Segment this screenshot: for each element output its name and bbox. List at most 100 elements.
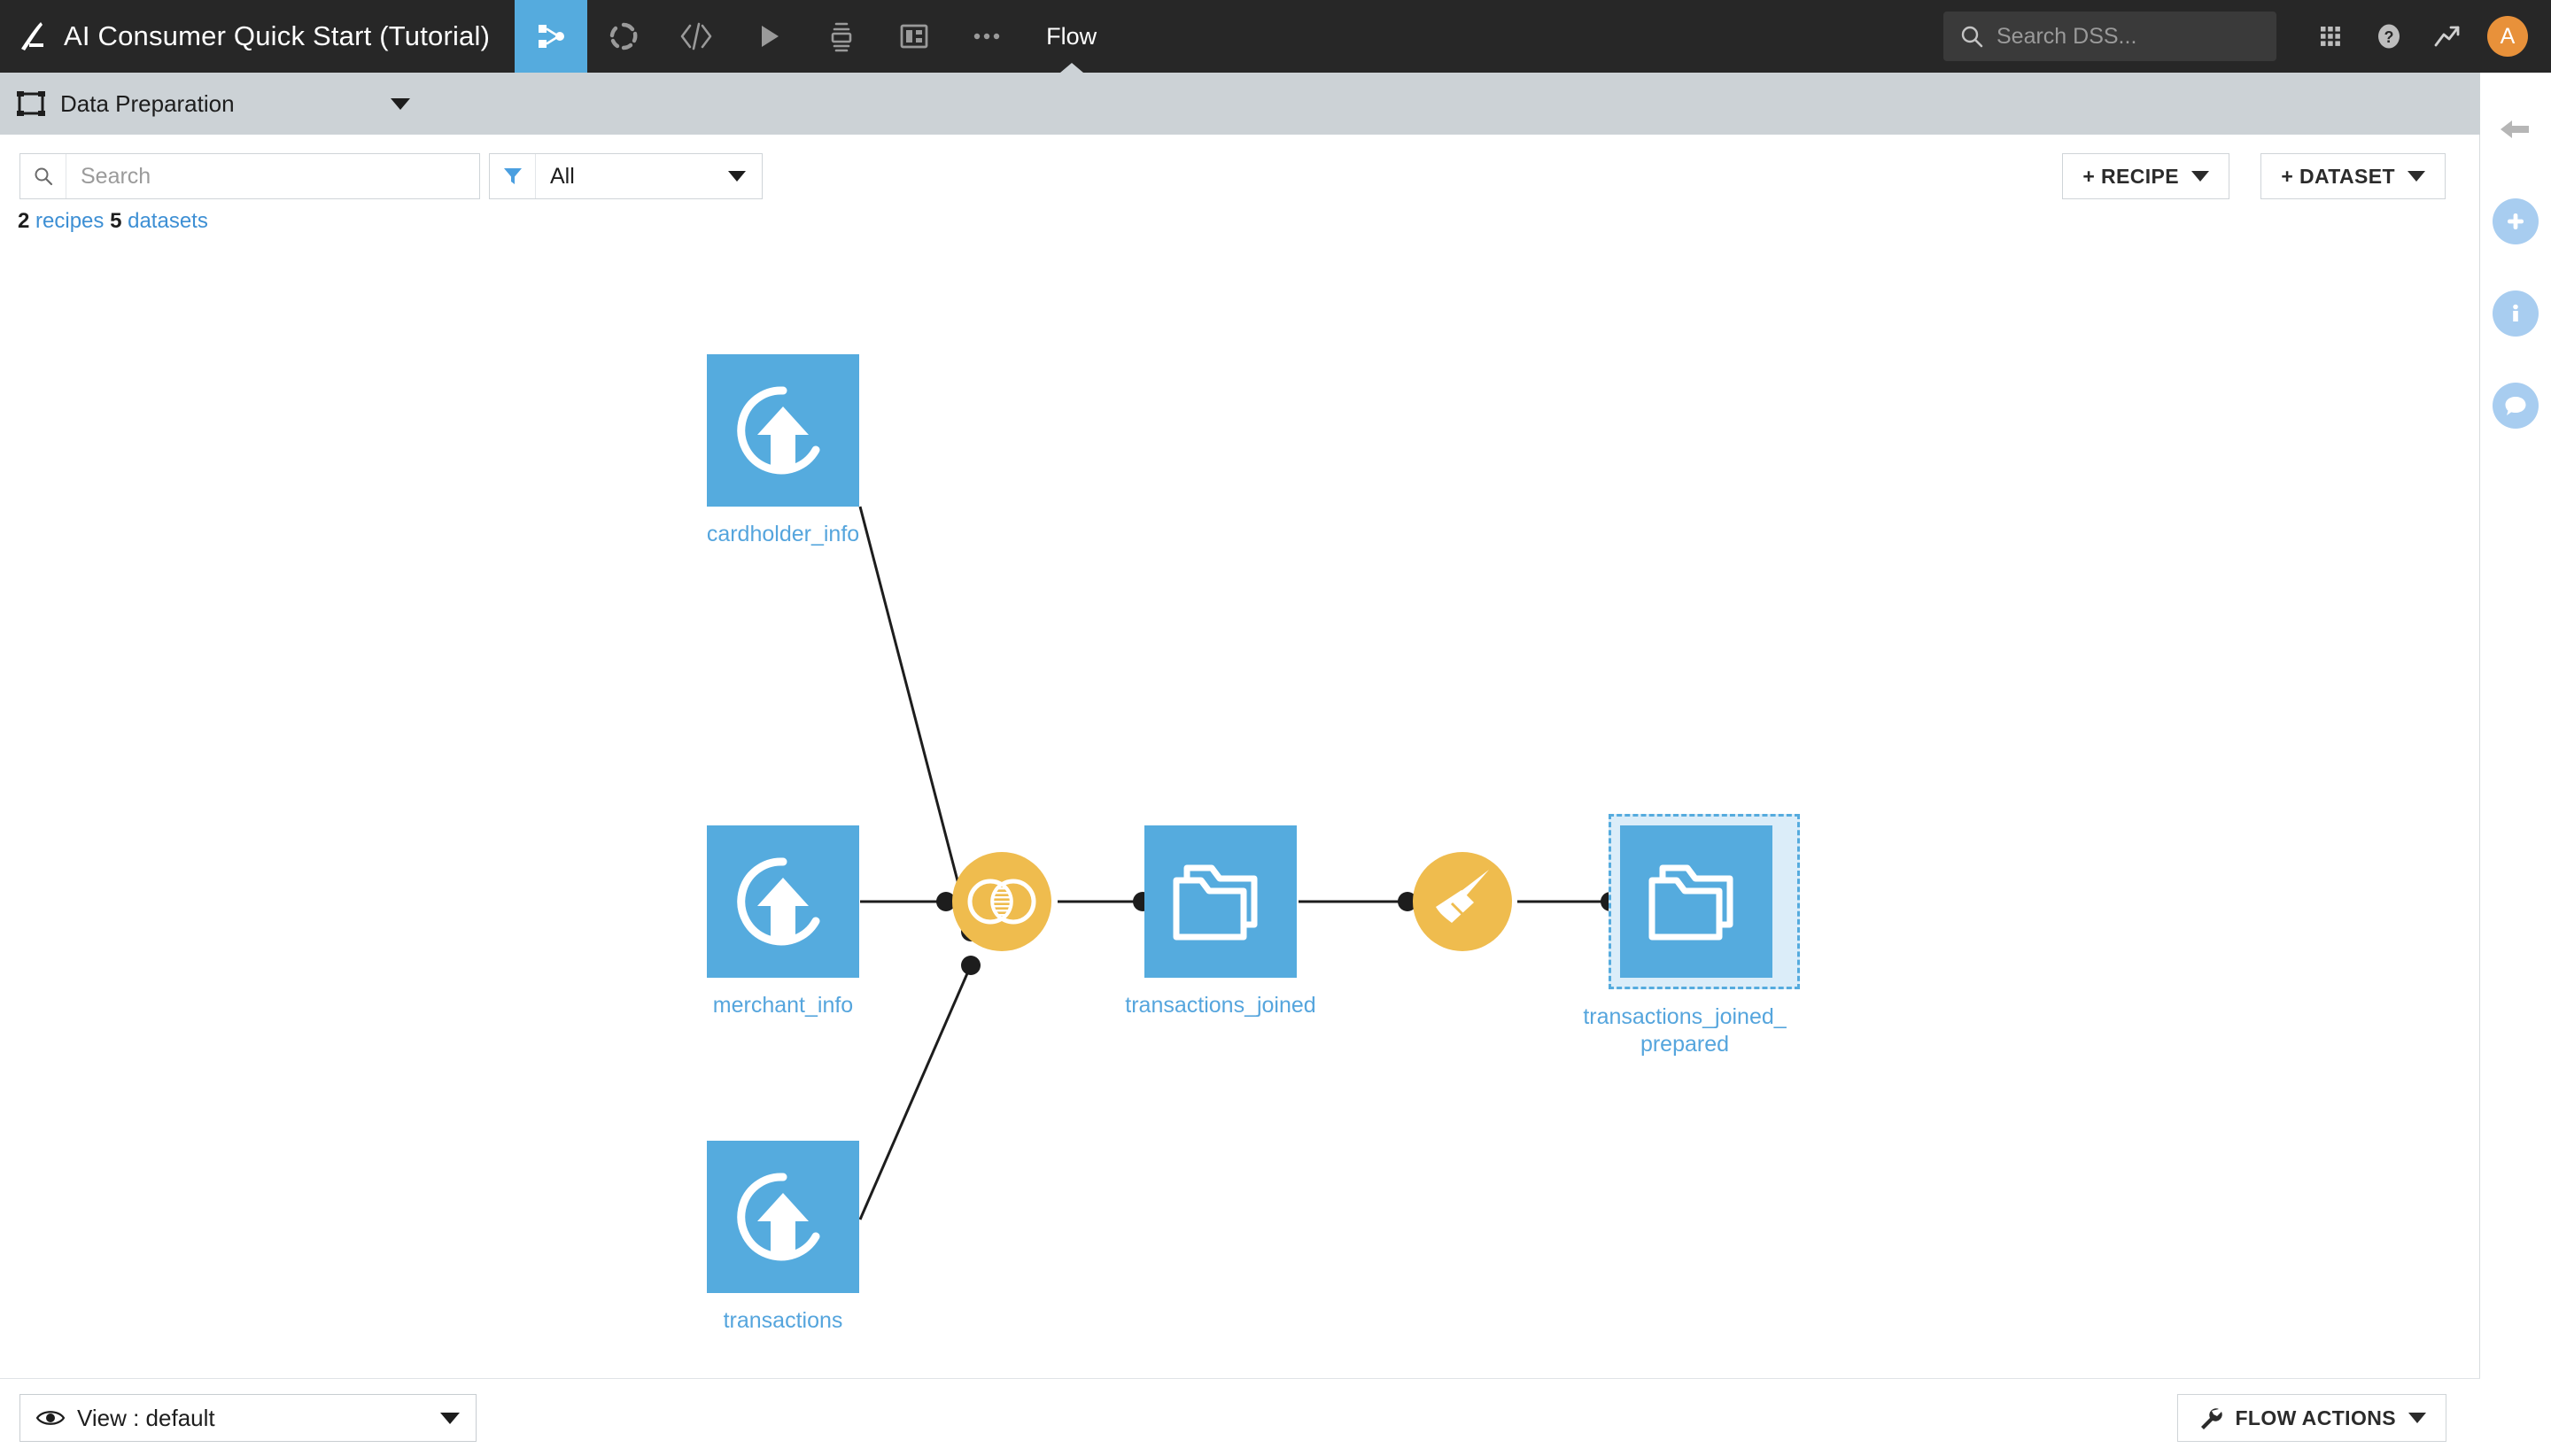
upload-dataset-icon bbox=[737, 1173, 820, 1261]
flow-filter-value: All bbox=[550, 163, 575, 189]
flow-search-input[interactable]: Search bbox=[19, 153, 480, 199]
flow-filter-select[interactable]: All bbox=[489, 153, 763, 199]
collapse-left-arrow-icon bbox=[2501, 120, 2529, 138]
zone-name-label: Data Preparation bbox=[60, 89, 235, 117]
dashboard-icon bbox=[900, 24, 928, 49]
flow-search-placeholder: Search bbox=[81, 163, 151, 189]
jobs-play-icon bbox=[762, 26, 779, 47]
right-side-rail bbox=[2480, 73, 2551, 1456]
flow-actions-button[interactable]: FLOW ACTIONS bbox=[2177, 1394, 2446, 1442]
chevron-down-icon bbox=[390, 97, 410, 110]
flow-node-cardholder-info[interactable]: cardholder_info bbox=[707, 354, 898, 548]
view-selector[interactable]: View : default bbox=[19, 1394, 477, 1442]
flow-node-transactions-joined[interactable]: transactions_joined bbox=[1125, 825, 1336, 1019]
flow-node-transactions-joined-prepared[interactable]: transactions_joined_ prepared bbox=[1583, 814, 1800, 1058]
flow-node-transactions[interactable]: transactions bbox=[707, 1141, 898, 1335]
managed-folder-icon bbox=[1648, 864, 1733, 941]
flow-bottom-bar: View : default FLOW ACTIONS bbox=[0, 1378, 2480, 1456]
collapse-panel-button[interactable] bbox=[2493, 106, 2539, 152]
dataset-tile bbox=[1144, 825, 1297, 978]
add-recipe-button[interactable]: + RECIPE bbox=[2062, 153, 2229, 199]
add-dataset-button[interactable]: + DATASET bbox=[2260, 153, 2446, 199]
nav-jobs-icon-button[interactable] bbox=[733, 0, 805, 73]
section-pointer-caret-icon bbox=[1059, 63, 1083, 73]
dataset-tile bbox=[707, 1141, 859, 1293]
info-panel-button[interactable] bbox=[2493, 290, 2539, 337]
global-search-placeholder: Search DSS... bbox=[1997, 23, 2137, 49]
join-venn-icon bbox=[967, 879, 1036, 925]
flow-node-prepare-recipe[interactable] bbox=[1413, 852, 1512, 951]
lab-icon bbox=[609, 22, 638, 50]
nav-lab-icon-button[interactable] bbox=[587, 0, 660, 73]
dataset-tile bbox=[707, 354, 859, 507]
apps-grid-icon bbox=[2321, 27, 2340, 46]
nav-code-icon-button[interactable] bbox=[660, 0, 733, 73]
flow-node-join-recipe[interactable] bbox=[952, 852, 1051, 951]
code-icon bbox=[680, 22, 712, 50]
recipe-circle bbox=[952, 852, 1051, 951]
flow-node-label-line1: transactions_joined_ bbox=[1583, 1004, 1787, 1029]
dataiku-logo-button[interactable] bbox=[0, 0, 64, 73]
selection-outline bbox=[1609, 814, 1800, 989]
chevron-down-icon bbox=[2408, 1413, 2426, 1423]
automation-icon bbox=[831, 22, 852, 52]
trending-button[interactable] bbox=[2420, 9, 2475, 64]
flow-graph-canvas[interactable]: cardholder_info merchant_info transactio… bbox=[0, 223, 2480, 1366]
managed-folder-icon bbox=[1173, 864, 1258, 941]
eye-icon bbox=[36, 1411, 65, 1425]
chat-bubble-icon bbox=[2505, 397, 2526, 415]
flow-icon bbox=[539, 25, 565, 48]
dataset-tile bbox=[1620, 825, 1772, 978]
trending-up-icon bbox=[2434, 26, 2460, 47]
nav-flow-icon-button[interactable] bbox=[515, 0, 588, 73]
user-avatar[interactable]: A bbox=[2487, 16, 2528, 57]
chevron-down-icon bbox=[728, 171, 746, 182]
add-plus-icon bbox=[2508, 213, 2524, 229]
flow-actions-label: FLOW ACTIONS bbox=[2235, 1406, 2396, 1429]
section-icon-group: Flow bbox=[515, 0, 1120, 73]
flow-toolbar: Search All 2 recipes 5 datasets + RECIPE… bbox=[0, 147, 2479, 233]
top-nav-right-group: Search DSS... ? A bbox=[1943, 9, 2551, 64]
current-section-label: Flow bbox=[1046, 22, 1097, 50]
chevron-down-icon bbox=[440, 1412, 460, 1424]
flow-zone-icon bbox=[17, 91, 45, 116]
nav-dashboards-icon-button[interactable] bbox=[878, 0, 950, 73]
flow-node-label-line2: prepared bbox=[1640, 1032, 1730, 1057]
view-selector-label: View : default bbox=[77, 1404, 215, 1431]
search-icon bbox=[1961, 26, 1983, 48]
nav-automation-icon-button[interactable] bbox=[805, 0, 878, 73]
info-icon bbox=[2513, 304, 2518, 321]
flow-node-label: merchant_info bbox=[712, 993, 854, 1018]
nav-more-icon-button[interactable] bbox=[950, 0, 1023, 73]
apps-grid-button[interactable] bbox=[2303, 9, 2358, 64]
flow-zone-bar: Data Preparation bbox=[0, 73, 2551, 135]
chevron-down-icon bbox=[2408, 171, 2425, 182]
svg-text:?: ? bbox=[2384, 28, 2394, 46]
dataset-tile bbox=[707, 825, 859, 978]
upload-dataset-icon bbox=[737, 857, 820, 946]
flow-node-label: transactions bbox=[723, 1308, 843, 1333]
add-recipe-label: + RECIPE bbox=[2082, 164, 2179, 188]
discussions-panel-button[interactable] bbox=[2493, 383, 2539, 429]
add-dataset-label: + DATASET bbox=[2281, 164, 2395, 188]
zone-selector[interactable]: Data Preparation bbox=[0, 73, 410, 135]
flow-node-label: transactions_joined bbox=[1125, 993, 1316, 1018]
help-button[interactable]: ? bbox=[2361, 9, 2416, 64]
add-panel-button[interactable] bbox=[2493, 198, 2539, 244]
help-question-icon: ? bbox=[2378, 24, 2400, 49]
global-search-input[interactable]: Search DSS... bbox=[1943, 12, 2276, 61]
top-navigation-bar: AI Consumer Quick Start (Tutorial) Flow … bbox=[0, 0, 2551, 73]
flow-edges-layer bbox=[858, 506, 1620, 1220]
dataiku-bird-logo-icon bbox=[21, 22, 43, 50]
filter-funnel-icon bbox=[490, 154, 536, 198]
flow-node-label: transactions_joined_ prepared bbox=[1570, 1003, 1800, 1058]
chevron-down-icon bbox=[2191, 171, 2209, 182]
flow-node-merchant-info[interactable]: merchant_info bbox=[707, 825, 898, 1019]
recipe-circle bbox=[1413, 852, 1512, 951]
prepare-broom-icon bbox=[1436, 870, 1489, 923]
flow-node-label: cardholder_info bbox=[706, 522, 860, 546]
search-icon bbox=[20, 154, 66, 198]
upload-dataset-icon bbox=[737, 386, 820, 475]
more-ellipsis-icon bbox=[973, 33, 1000, 40]
project-title[interactable]: AI Consumer Quick Start (Tutorial) bbox=[64, 20, 515, 52]
